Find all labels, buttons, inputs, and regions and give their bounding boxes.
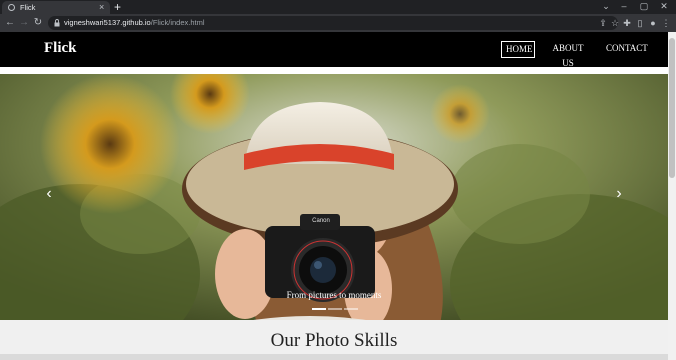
scrollbar-thumb[interactable] — [669, 38, 675, 178]
profile-icon[interactable]: ● — [646, 16, 660, 30]
reload-icon[interactable]: ↻ — [31, 16, 45, 30]
brand-logo[interactable]: Flick — [44, 40, 77, 57]
new-tab-button[interactable]: + — [114, 0, 121, 14]
address-bar[interactable]: vigneshwari5137.github.io/Flick/index.ht… — [48, 16, 619, 30]
carousel-caption: From pictures to moments — [286, 290, 382, 300]
maximize-icon[interactable]: ▢ — [634, 0, 654, 13]
side-panel-icon[interactable]: ▯ — [633, 16, 647, 30]
navbar-spacer — [0, 67, 668, 74]
window-close-icon[interactable]: ✕ — [654, 0, 674, 13]
carousel-next-icon[interactable]: › — [612, 184, 626, 204]
lock-icon — [54, 19, 60, 27]
minimize-icon[interactable]: – — [614, 0, 634, 13]
browser-toolbar: ← → ↻ vigneshwari5137.github.io/Flick/in… — [0, 14, 676, 32]
hero-carousel: Canon ‹ › From pictures to moments — [0, 74, 668, 352]
svg-text:Canon: Canon — [312, 218, 330, 224]
carousel-indicator-2[interactable] — [328, 308, 342, 310]
browser-tab[interactable]: Flick × — [2, 1, 110, 14]
hero-slide-image: Canon — [0, 74, 668, 352]
url-text: vigneshwari5137.github.io/Flick/index.ht… — [64, 17, 205, 29]
site-navbar: Flick HOME ABOUT US CONTACT — [0, 32, 668, 68]
nav-about-us[interactable]: ABOUT US — [544, 41, 592, 68]
nav-home[interactable]: HOME — [501, 41, 535, 58]
menu-icon[interactable]: ⋮ — [659, 16, 673, 30]
vertical-scrollbar[interactable] — [668, 32, 676, 360]
favicon-icon — [8, 4, 15, 11]
url-domain: vigneshwari5137.github.io — [64, 18, 151, 27]
tab-close-icon[interactable]: × — [99, 1, 104, 13]
carousel-indicator-1[interactable] — [312, 308, 326, 310]
section-heading: Our Photo Skills — [270, 330, 398, 351]
carousel-indicator-3[interactable] — [344, 308, 358, 310]
nav-contact[interactable]: CONTACT — [602, 41, 648, 58]
web-page: Flick HOME ABOUT US CONTACT Canon ‹ › Fr… — [0, 32, 668, 360]
horizontal-scrollbar[interactable] — [0, 354, 668, 360]
tab-title: Flick — [20, 3, 36, 12]
back-icon[interactable]: ← — [3, 16, 17, 30]
forward-icon[interactable]: → — [17, 16, 31, 30]
url-path: /Flick/index.html — [150, 18, 205, 27]
carousel-prev-icon[interactable]: ‹ — [42, 184, 56, 204]
tab-strip: Flick × + ⌄ – ▢ ✕ — [0, 0, 676, 14]
tab-search-icon[interactable]: ⌄ — [596, 0, 616, 13]
extensions-icon[interactable]: ✚ — [620, 16, 634, 30]
